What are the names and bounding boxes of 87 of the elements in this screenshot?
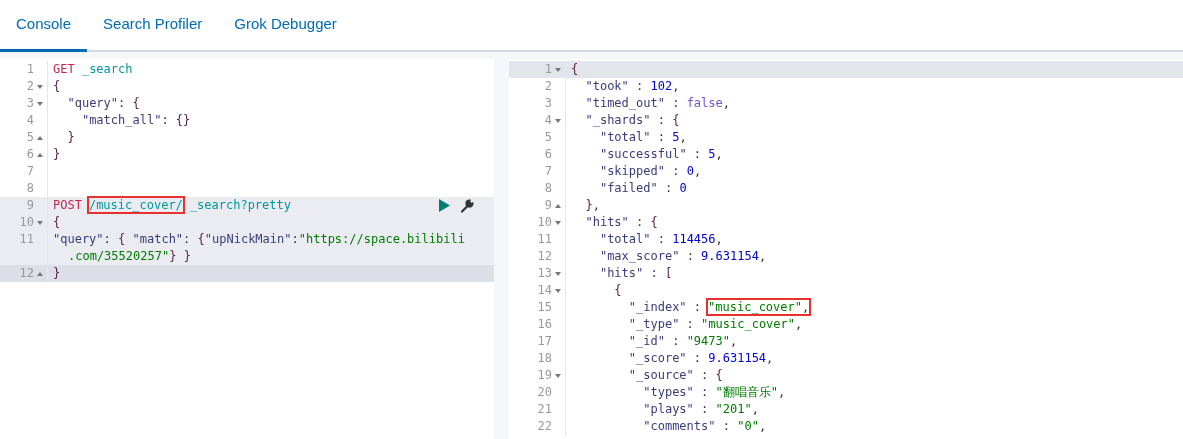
line-number: 8 [26,180,34,197]
line-number: 11 [537,231,552,248]
code-line: { [53,78,61,95]
code-line: "hits" : { [584,214,658,231]
fold-arrow-icon[interactable] [555,203,561,208]
line-number: 12 [19,265,34,282]
fold-arrow-icon[interactable] [555,220,561,225]
line-number: 4 [544,112,552,129]
line-number: 21 [537,401,552,418]
line-number: 6 [26,146,34,163]
code-line: "total" : 5, [598,129,687,146]
line-number: 7 [26,163,34,180]
wrench-icon[interactable] [460,198,474,213]
fold-arrow-icon[interactable] [555,118,561,123]
play-icon[interactable] [438,199,450,212]
code-line: "failed" : 0 [598,180,687,197]
code-line: "max_score" : 9.631154, [598,248,767,265]
line-number: 9 [26,197,34,214]
line-number: 13 [537,265,552,282]
line-number: 7 [544,163,552,180]
line-number: 22 [537,418,552,435]
fold-arrow-icon[interactable] [555,288,561,293]
line-number: 17 [537,333,552,350]
fold-arrow-icon[interactable] [555,67,561,72]
code-line: "skipped" : 0, [598,163,702,180]
code-line: "_shards" : { [584,112,680,129]
line-number: 11 [19,231,34,248]
code-line: "query": { [66,95,140,112]
line-number: 10 [19,214,34,231]
code-line: "_score" : 9.631154, [627,350,774,367]
fold-arrow-icon[interactable] [37,101,43,106]
line-number: 6 [544,146,552,163]
code-line: } [66,129,75,146]
line-number: 1 [544,61,552,78]
line-number: 5 [26,129,34,146]
line-number: 2 [544,78,552,95]
code-line: "match_all": {} [80,112,191,129]
code-line: } [53,265,61,282]
code-line: } [53,146,61,163]
code-line: "_id" : "9473", [627,333,738,350]
fold-arrow-icon[interactable] [37,271,43,276]
highlighted-code: /music_cover/ [88,198,183,212]
line-number: 9 [544,197,552,214]
code-line: { [571,61,579,78]
code-line: .com/35520257"} } [68,248,191,265]
code-line: { [53,214,61,231]
code-line: }, [584,197,600,214]
line-number: 16 [537,316,552,333]
line-number: 19 [537,367,552,384]
line-number: 12 [537,248,552,265]
code-line: "hits" : [ [598,265,673,282]
code-line: "plays" : "201", [642,401,759,418]
line-number: 4 [26,112,34,129]
code-line: "_type" : "music_cover", [627,316,803,333]
code-line: "_source" : { [627,367,723,384]
tab[interactable]: Search Profiler [87,0,219,52]
line-number: 3 [544,95,552,112]
line-number: 20 [537,384,552,401]
code-line: { [613,282,622,299]
code-line: "timed_out" : false, [584,95,730,112]
code-line: "types" : "翻唱音乐", [642,384,786,401]
fold-arrow-icon[interactable] [37,220,43,225]
code-line: "took" : 102, [584,78,680,95]
code-line: "query": { "match": {"upNickMain":"https://space.bilibili [53,231,465,248]
line-number: 14 [537,282,552,299]
fold-arrow-icon[interactable] [37,152,43,157]
tab[interactable]: Grok Debugger [218,0,353,52]
code-line: GET _search [53,61,133,78]
fold-arrow-icon[interactable] [555,271,561,276]
line-number: 5 [544,129,552,146]
highlighted-code: "music_cover", [708,300,810,314]
fold-arrow-icon[interactable] [555,373,561,378]
code-line: "comments" : "0", [642,418,767,435]
fold-arrow-icon[interactable] [37,84,43,89]
line-number: 15 [537,299,552,316]
line-number: 2 [26,78,34,95]
line-number: 8 [544,180,552,197]
fold-arrow-icon[interactable] [37,135,43,140]
code-line: _search?pretty [189,198,291,212]
line-number: 3 [26,95,34,112]
code-line: POST [53,198,82,212]
line-number: 10 [537,214,552,231]
code-line: "successful" : 5, [598,146,723,163]
line-number: 18 [537,350,552,367]
code-line: "total" : 114456, [598,231,723,248]
line-number: 1 [26,61,34,78]
code-line: "_index" : [627,300,702,314]
